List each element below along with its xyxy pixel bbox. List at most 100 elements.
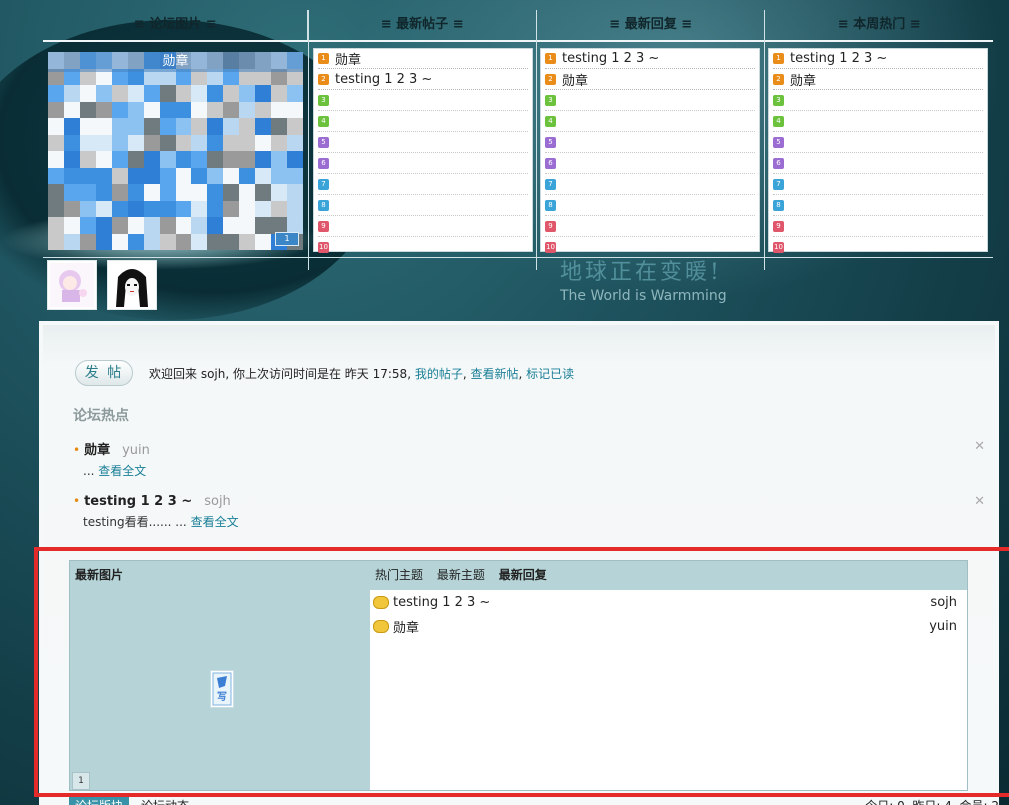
highlight-annotation-box — [34, 547, 1009, 797]
mosaic-pixel — [48, 233, 64, 250]
list-item: 6 — [545, 154, 755, 174]
mosaic-pixel — [207, 233, 224, 250]
tab-forum-sections[interactable]: 论坛版块 — [69, 797, 130, 805]
mosaic-pixel — [111, 200, 128, 217]
portal-body: 勋章 1 1 勋章 2 testing 1 2 3 ~ 3 4 5 6 7 8 9 10 1 testi… — [43, 42, 993, 258]
rank-number-icon: 1 — [318, 53, 329, 64]
tab-forum-activity[interactable]: 论坛动态 — [141, 797, 189, 805]
mosaic-pixel — [271, 101, 288, 118]
bullet-dot-icon: • — [73, 494, 81, 508]
list-item[interactable]: 2 勋章 — [545, 70, 755, 90]
mosaic-pixel — [159, 101, 176, 118]
mosaic-pixel — [239, 184, 256, 201]
hot-item: • 勋章 yuin ... 查看全文 ✕ — [73, 439, 985, 479]
portal-headers: ≡ 论坛图片 ≡ ≡ 最新帖子 ≡ ≡ 最新回复 ≡ ≡ 本周热门 ≡ — [43, 10, 993, 42]
mosaic-pixel — [271, 85, 288, 102]
mosaic-pixel — [95, 217, 112, 234]
mosaic-pixel — [287, 167, 303, 184]
rank-number-icon: 3 — [773, 95, 784, 106]
mosaic-pixel — [191, 151, 208, 168]
mosaic-pixel — [111, 85, 128, 102]
mosaic-pixel — [191, 101, 208, 118]
mosaic-pixel — [143, 101, 160, 118]
forum-stats: 今日: 0, 昨日: 4, 会员: 2 — [865, 797, 999, 805]
mosaic-pixel — [143, 151, 160, 168]
mosaic-pixel — [95, 151, 112, 168]
mark-read-link[interactable]: 标记已读 — [526, 367, 574, 381]
my-posts-link[interactable]: 我的帖子 — [415, 367, 463, 381]
mosaic-pixel — [63, 151, 80, 168]
mosaic-pixel — [287, 85, 303, 102]
mosaic-pixel — [191, 134, 208, 151]
mosaic-pixel — [255, 200, 272, 217]
avatar[interactable] — [47, 260, 97, 310]
mosaic-pixel — [63, 233, 80, 250]
mosaic-pixel — [143, 233, 160, 250]
header-forum-pictures[interactable]: ≡ 论坛图片 ≡ — [43, 10, 309, 40]
list-item-title[interactable]: 勋章 — [562, 70, 588, 89]
portal-module: ≡ 论坛图片 ≡ ≡ 最新帖子 ≡ ≡ 最新回复 ≡ ≡ 本周热门 ≡ 勋章 1… — [43, 10, 993, 258]
rank-number-icon: 2 — [545, 74, 556, 85]
mosaic-pixel — [239, 101, 256, 118]
close-icon[interactable]: ✕ — [974, 439, 985, 454]
list-item[interactable]: 2 testing 1 2 3 ~ — [318, 70, 528, 90]
rank-number-icon: 6 — [773, 158, 784, 169]
read-more-link[interactable]: 查看全文 — [98, 464, 146, 478]
mosaic-pixel — [63, 134, 80, 151]
list-item[interactable]: 1 testing 1 2 3 ~ — [545, 49, 755, 69]
mosaic-pixel — [175, 101, 192, 118]
mosaic-pixel — [48, 85, 64, 102]
anime-girl-avatar-icon — [50, 263, 94, 307]
hot-item-title[interactable]: 勋章 — [84, 443, 110, 458]
forum-hot-title: 论坛热点 — [73, 408, 129, 424]
view-new-posts-link[interactable]: 查看新帖 — [470, 367, 518, 381]
header-latest-posts[interactable]: ≡ 最新帖子 ≡ — [308, 10, 537, 40]
list-item-title[interactable]: 勋章 — [790, 70, 816, 89]
hot-item-author[interactable]: yuin — [122, 443, 150, 458]
mosaic-pixel — [63, 200, 80, 217]
mosaic-pixel — [239, 217, 256, 234]
mosaic-pixel — [175, 184, 192, 201]
list-item-title[interactable]: testing 1 2 3 ~ — [335, 72, 432, 87]
mosaic-pixel — [271, 200, 288, 217]
hot-item-title[interactable]: testing 1 2 3 ~ — [84, 494, 192, 509]
mosaic-pixel — [287, 118, 303, 135]
hot-item-author[interactable]: sojh — [204, 494, 231, 509]
mosaic-pixel — [223, 85, 240, 102]
new-post-button[interactable]: 发 帖 — [75, 360, 133, 386]
mosaic-pixel — [48, 134, 64, 151]
list-item[interactable]: 1 勋章 — [318, 49, 528, 69]
list-item-title[interactable]: testing 1 2 3 ~ — [790, 51, 887, 66]
hot-item-excerpt: testing看看...... ... — [83, 515, 187, 529]
header-weekly-hot[interactable]: ≡ 本周热门 ≡ — [765, 10, 993, 40]
list-item[interactable]: 1 testing 1 2 3 ~ — [773, 49, 983, 69]
mosaic-pixel — [48, 101, 64, 118]
forum-picture-slideshow[interactable]: 勋章 1 — [48, 52, 303, 250]
mosaic-pixel — [79, 217, 96, 234]
rank-number-icon: 8 — [773, 200, 784, 211]
mosaic-pixel — [127, 233, 144, 250]
mosaic-pixel — [207, 85, 224, 102]
rank-number-icon: 7 — [773, 179, 784, 190]
pixelated-image[interactable] — [48, 52, 303, 250]
list-item: 8 — [773, 196, 983, 216]
mosaic-pixel — [223, 134, 240, 151]
mosaic-pixel — [255, 233, 272, 250]
header-latest-replies[interactable]: ≡ 最新回复 ≡ — [537, 10, 766, 40]
site-slogan: 地球正在变暖! The World is Warmming — [560, 254, 727, 304]
read-more-link[interactable]: 查看全文 — [191, 515, 239, 529]
mosaic-pixel — [127, 184, 144, 201]
list-item-title[interactable]: 勋章 — [335, 49, 361, 68]
mosaic-pixel — [223, 200, 240, 217]
weekly-hot-list: 1 testing 1 2 3 ~ 2 勋章 3 4 5 6 7 8 9 10 — [768, 48, 988, 258]
list-item: 6 — [773, 154, 983, 174]
picture-page-indicator[interactable]: 1 — [275, 232, 299, 246]
list-item: 4 — [773, 112, 983, 132]
list-item[interactable]: 2 勋章 — [773, 70, 983, 90]
close-icon[interactable]: ✕ — [974, 494, 985, 509]
list-item-title[interactable]: testing 1 2 3 ~ — [562, 51, 659, 66]
mosaic-pixel — [223, 217, 240, 234]
rank-number-icon: 8 — [545, 200, 556, 211]
mosaic-pixel — [63, 167, 80, 184]
avatar[interactable] — [107, 260, 157, 310]
